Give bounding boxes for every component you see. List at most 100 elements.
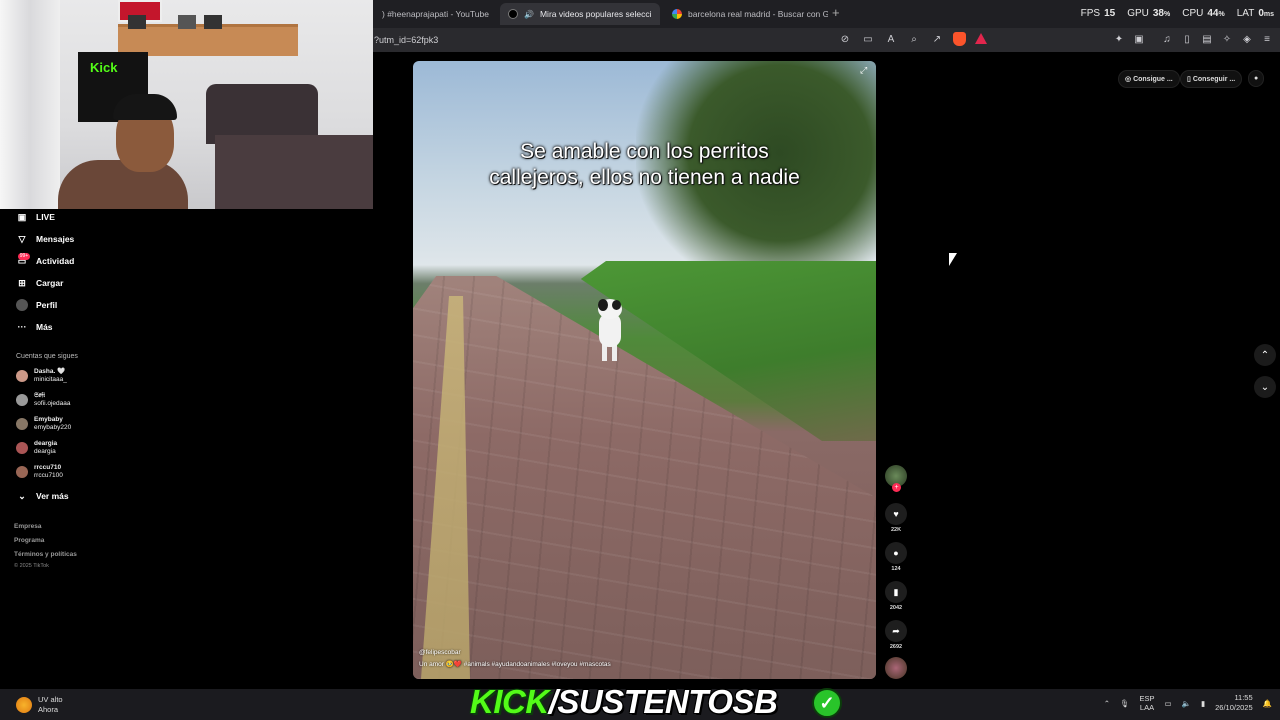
comment-count: 124 <box>891 566 901 572</box>
account-handle: sofii.ojedaaa <box>34 400 71 407</box>
menu-icon[interactable]: ≡ <box>1260 32 1274 46</box>
tiktok-favicon-icon <box>508 9 518 19</box>
leo-ai-icon[interactable]: ✧ <box>1220 32 1234 46</box>
user-avatar[interactable]: ● <box>1248 70 1265 87</box>
account-handle: rrccu7100 <box>34 472 63 479</box>
share-icon[interactable]: ↗ <box>930 32 944 46</box>
comment-button[interactable]: ● 124 <box>884 542 908 572</box>
url-field[interactable]: ?utm_id=62fpk3 <box>374 35 438 45</box>
upload-icon: ⊞ <box>18 277 26 288</box>
new-tab-button[interactable]: + <box>832 5 840 20</box>
phone-icon: ▯ <box>1187 76 1191 83</box>
zoom-icon[interactable]: ⌕ <box>907 32 921 46</box>
translate-icon[interactable]: A <box>884 32 898 46</box>
tab-google[interactable]: barcelona real madrid - Buscar con G <box>664 3 828 25</box>
url-actions: ⊘ ▭ A ⌕ ↗ <box>838 32 987 46</box>
battery-icon[interactable]: ▮ <box>1201 699 1205 708</box>
network-icon[interactable]: ▭ <box>1165 699 1172 708</box>
sidebar-item-label: LIVE <box>36 212 55 222</box>
vpn-icon[interactable]: ◈ <box>1240 32 1254 46</box>
bookmark-icon: ▮ <box>885 581 907 603</box>
chevron-up-icon: ⌃ <box>1260 349 1270 361</box>
sidebar-icon[interactable]: ▯ <box>1180 32 1194 46</box>
banner-handle: SUSTENTOSB <box>557 683 778 720</box>
cast-icon[interactable]: ▭ <box>861 32 875 46</box>
sidebar-item-upload[interactable]: ⊞ Cargar <box>16 277 63 289</box>
save-button[interactable]: ▮ 2042 <box>884 581 908 611</box>
sidebar-item-live[interactable]: ▣ LIVE <box>16 211 55 223</box>
language-indicator[interactable]: ESP LAA <box>1140 694 1155 712</box>
sidebar-item-label: Actividad <box>36 256 75 266</box>
like-count: 22K <box>890 527 902 533</box>
brave-rewards-icon[interactable] <box>975 33 987 44</box>
sidebar-item-profile[interactable]: Perfil <box>16 299 57 311</box>
notification-icon[interactable]: 🔔 <box>1263 699 1272 708</box>
following-account[interactable]: rrccu710 rrccu7100 <box>16 464 63 480</box>
mute-icon[interactable]: ⊘ <box>838 32 852 46</box>
weather-subtitle: Ahora <box>38 705 59 714</box>
share-button[interactable]: ➦ 2692 <box>884 620 908 650</box>
following-account[interactable]: 𝔖𝔬𝔣𝔦 sofii.ojedaaa <box>16 392 71 408</box>
sidebar-item-more[interactable]: ··· Más <box>16 321 53 333</box>
account-handle: deargia <box>34 448 56 455</box>
chevron-up-icon[interactable]: ⌃ <box>1104 699 1110 708</box>
weather-widget[interactable]: UV alto Ahora <box>16 695 63 715</box>
footer-link[interactable]: Términos y políticas <box>14 551 77 558</box>
tab-tiktok[interactable]: 🔊 Mira videos populares selecci × <box>500 3 660 25</box>
fps-readout: FPS 15 <box>1080 8 1116 19</box>
account-handle: emybaby220 <box>34 424 72 431</box>
sidebar-item-messages[interactable]: ▽ Mensajes <box>16 233 75 245</box>
avatar <box>16 442 28 454</box>
profile-icon <box>16 299 28 311</box>
video-author[interactable]: @felipescobar <box>419 647 611 659</box>
following-account[interactable]: deargia deargia <box>16 440 57 456</box>
chevron-down-icon: ⌄ <box>18 490 26 501</box>
mouse-cursor-icon <box>949 253 957 266</box>
music-disc-icon[interactable] <box>885 657 907 679</box>
avatar <box>16 370 28 382</box>
footer-link[interactable]: Programa <box>14 537 44 544</box>
account-name: deargia <box>34 440 58 447</box>
like-button[interactable]: ♥ 22K <box>884 503 908 533</box>
extension-icons: ✦ ▣ ♫ ▯ ▤ ✧ ◈ ≡ <box>1112 32 1274 46</box>
account-handle: minicitaaa_ <box>34 376 67 383</box>
video-player[interactable]: Se amable con los perritos callejeros, e… <box>413 61 876 679</box>
follow-plus-icon[interactable]: + <box>892 483 901 492</box>
wallet-icon[interactable]: ▤ <box>1200 32 1214 46</box>
extensions-icon[interactable]: ✦ <box>1112 32 1126 46</box>
volume-icon[interactable]: 🔈 <box>1182 699 1191 708</box>
brave-shield-icon[interactable] <box>953 32 966 46</box>
next-video-button[interactable]: ⌄ <box>1254 376 1276 398</box>
previous-video-button[interactable]: ⌃ <box>1254 344 1276 366</box>
account-name: 𝔖𝔬𝔣𝔦 <box>34 392 45 399</box>
sidebar-item-label: Más <box>36 322 53 332</box>
avatar <box>16 394 28 406</box>
chevron-down-icon: ⌄ <box>1260 381 1270 393</box>
avatar <box>16 418 28 430</box>
footer-link[interactable]: Empresa <box>14 523 41 530</box>
comment-icon: ● <box>885 542 907 564</box>
streamer <box>58 90 188 209</box>
sidebar-item-label: Perfil <box>36 300 58 310</box>
microphone-icon[interactable]: 🎙 <box>1120 699 1130 708</box>
save-count: 2042 <box>889 605 903 611</box>
following-account[interactable]: Dasha. 🤍 minicitaaa_ <box>16 368 67 384</box>
screenshot-icon[interactable]: ▣ <box>1132 32 1146 46</box>
account-name: rrccu710 <box>34 464 62 471</box>
get-coins-button[interactable]: ◎ Consigue ... <box>1118 70 1180 88</box>
copyright: © 2025 TikTok <box>14 563 49 569</box>
clock[interactable]: 11:55 26/10/2025 <box>1215 693 1253 713</box>
more-icon: ··· <box>17 322 27 332</box>
following-account[interactable]: Emybaby emybaby220 <box>16 416 71 432</box>
get-app-button[interactable]: ▯ Conseguir ... <box>1180 70 1243 88</box>
expand-icon[interactable]: ⤢ <box>860 65 872 77</box>
notification-badge: 99+ <box>18 253 30 260</box>
music-icon[interactable]: ♫ <box>1160 32 1174 46</box>
gpu-readout: GPU 38% <box>1127 8 1171 19</box>
see-more-button[interactable]: ⌄ Ver más <box>16 490 68 502</box>
webcam-overlay: Kick <box>0 0 373 209</box>
tab-youtube[interactable]: ) #heenaprajapati - YouTube <box>374 3 498 25</box>
video-description: Un amor 🥹❤️ #animals #ayudandoanimales #… <box>419 661 611 668</box>
bed <box>215 135 373 209</box>
system-tray: ⌃ 🎙 ESP LAA ▭ 🔈 ▮ 11:55 26/10/2025 🔔 <box>1104 693 1272 713</box>
